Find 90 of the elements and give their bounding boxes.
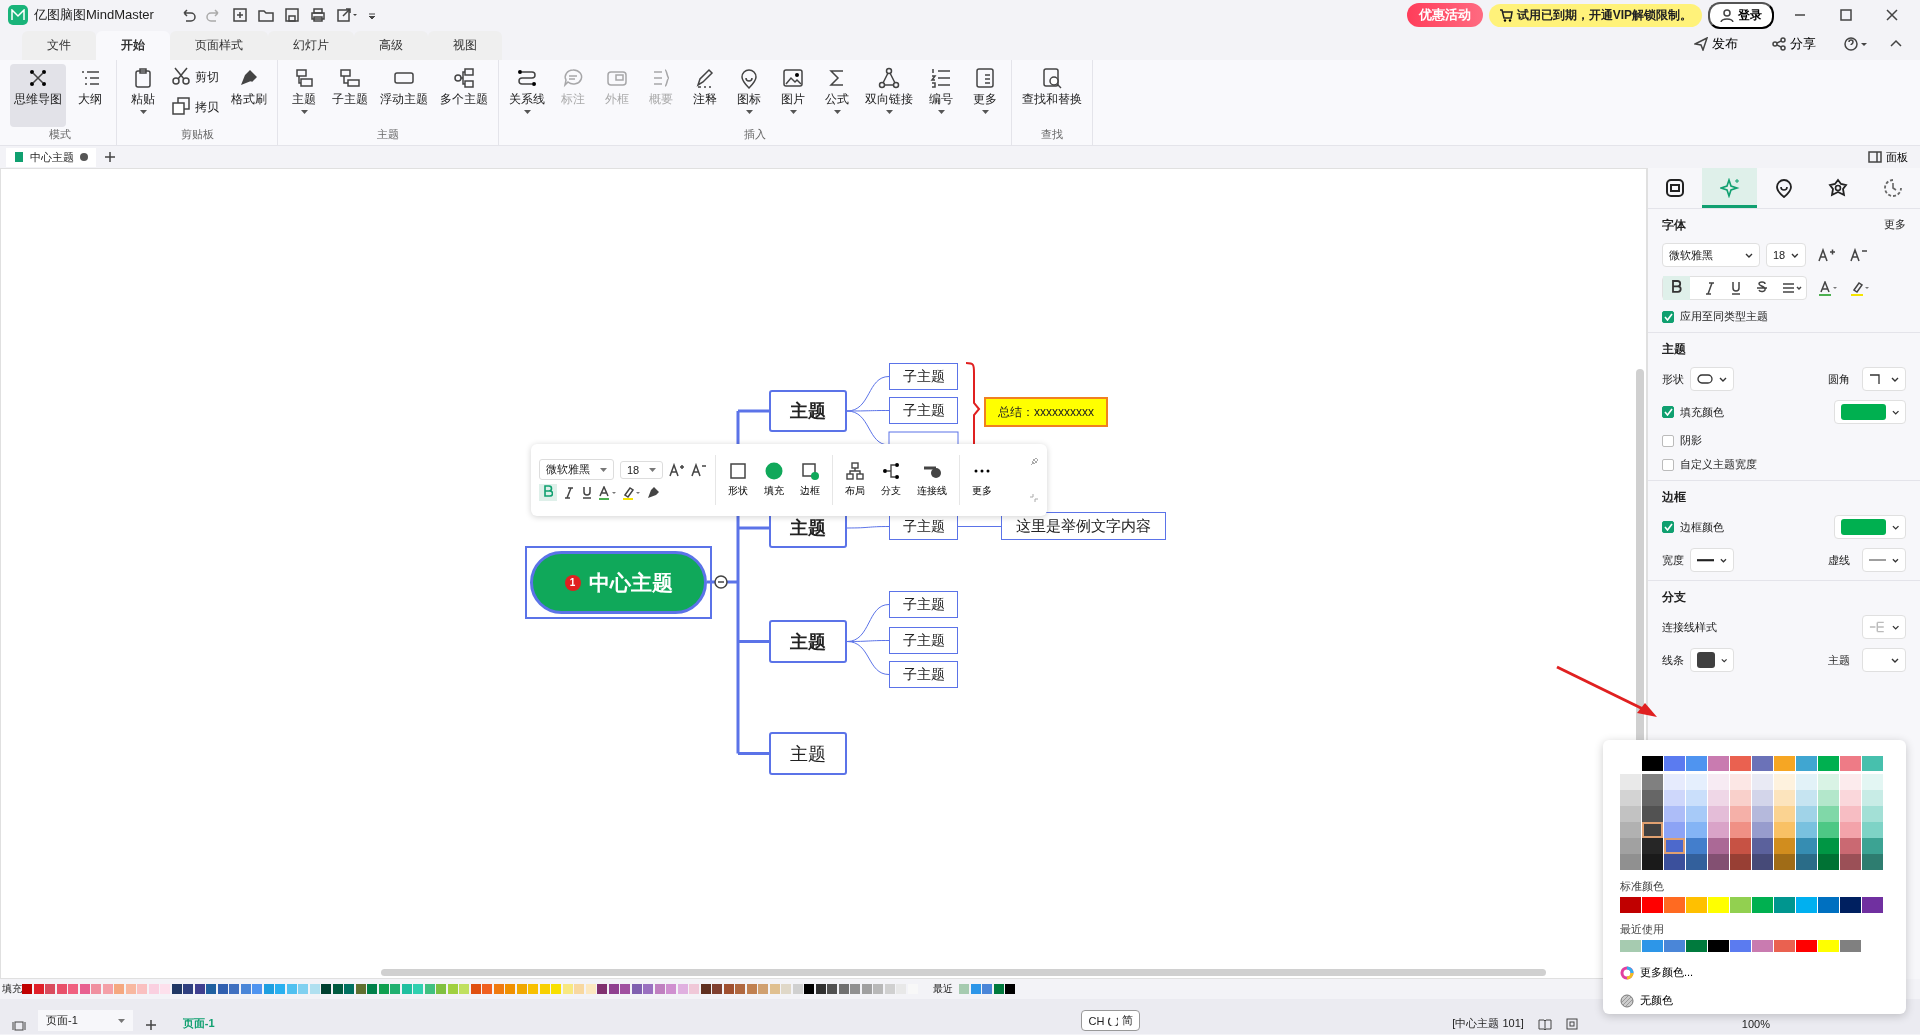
ribbon-button[interactable]: 双向链接 — [861, 64, 917, 127]
ribbon-button[interactable]: 子主题 — [328, 64, 372, 127]
more-link[interactable]: 更多 — [1884, 217, 1906, 234]
group-label: 查找 — [1040, 127, 1064, 142]
ribbon-button[interactable]: 图片 — [773, 64, 813, 127]
ribbon-button[interactable]: 关系线 — [505, 64, 549, 127]
toolbar-button[interactable]: 连接线 — [913, 462, 952, 498]
share-button[interactable]: 分享 — [1766, 34, 1822, 54]
toolbar-button[interactable]: 布局 — [841, 462, 870, 498]
subtopic-node[interactable]: 子主题 — [889, 661, 958, 688]
ribbon-button[interactable]: 拷贝 — [167, 94, 223, 120]
menu-tab[interactable]: 视图 — [428, 31, 502, 60]
central-topic-text: 中心主题 — [588, 569, 673, 596]
toolbar-button[interactable]: 边框 — [796, 462, 825, 498]
ribbon-button[interactable]: 公式 — [817, 64, 857, 127]
font-select[interactable]: 微软雅黑 — [1662, 243, 1760, 267]
section-title: 字体 — [1662, 217, 1686, 234]
checkbox-label: 填充颜色 — [1680, 404, 1724, 420]
size-select[interactable]: 18 — [1766, 243, 1806, 267]
page-select[interactable]: 页面-1 — [38, 1010, 133, 1031]
toolbar-button[interactable]: 分支 — [877, 462, 906, 498]
publish-button[interactable]: 发布 — [1688, 34, 1744, 54]
checkbox-label: 自定义主题宽度 — [1680, 457, 1757, 472]
subtopic-node[interactable]: 子主题 — [889, 627, 958, 654]
input-method-indicator[interactable]: CH 简 — [1081, 1010, 1141, 1031]
group-label: 主题 — [376, 127, 400, 142]
priority-badge: 1 — [564, 574, 581, 591]
section-title: 边框 — [1662, 489, 1686, 506]
ribbon-button[interactable]: 多个主题 — [436, 64, 492, 127]
checkbox-label: 边框颜色 — [1680, 519, 1724, 535]
menu-tab[interactable]: 幻灯片 — [268, 31, 354, 60]
toolbar-button[interactable]: 填充 — [760, 462, 789, 498]
central-topic[interactable]: 1 中心主题 — [530, 551, 707, 614]
section-label: 最近使用 — [1620, 922, 1665, 937]
menu-tab[interactable]: 开始 — [96, 31, 170, 60]
panel-toggle-button[interactable]: 面板 — [1862, 148, 1914, 166]
more-colors-option[interactable]: 更多颜色... — [1620, 965, 1890, 980]
no-color-option[interactable]: 无颜色 — [1620, 993, 1890, 1008]
menu-tab[interactable]: 文件 — [22, 31, 96, 60]
ribbon-button[interactable]: 格式刷 — [227, 64, 271, 127]
selection-info: [中心主题 101] — [1452, 1016, 1524, 1031]
trial-banner[interactable]: 试用已到期，开通VIP解锁限制。 — [1488, 3, 1702, 27]
recent-label: 最近 — [933, 982, 953, 996]
ribbon-button[interactable]: 剪切 — [167, 64, 223, 90]
text-node[interactable]: 这里是举例文字内容 — [1001, 512, 1166, 540]
group-label: 剪贴板 — [179, 127, 215, 142]
trial-text: 试用已到期，开通VIP解锁限制。 — [1516, 6, 1692, 24]
field-label: 连接线样式 — [1662, 619, 1717, 635]
field-label: 圆角 — [1828, 371, 1850, 387]
field-label: 主题 — [1828, 652, 1850, 668]
ribbon-button[interactable]: 图标 — [729, 64, 769, 127]
document-tab[interactable]: 中心主题 — [6, 147, 96, 167]
checkbox-label: 阴影 — [1680, 433, 1702, 448]
field-label: 宽度 — [1662, 552, 1684, 568]
topic-node[interactable]: 主题 — [769, 390, 847, 432]
ribbon-button[interactable]: 浮动主题 — [376, 64, 432, 127]
font-select[interactable]: 微软雅黑 — [539, 459, 614, 480]
toolbar-button[interactable]: 更多 — [968, 462, 997, 498]
field-label: 虚线 — [1828, 552, 1850, 568]
checkbox-label: 应用至同类型主题 — [1680, 309, 1768, 324]
subtopic-node[interactable]: 子主题 — [889, 591, 958, 618]
menu-tab[interactable]: 页面样式 — [170, 31, 268, 60]
zoom-level: 100% — [1741, 1017, 1770, 1030]
subtopic-node[interactable]: 子主题 — [889, 363, 958, 390]
topic-node[interactable]: 主题 — [769, 732, 847, 775]
ribbon-button[interactable]: 思维导图 — [10, 64, 66, 127]
field-label: 线条 — [1662, 652, 1684, 668]
app-title: 亿图脑图MindMaster — [34, 6, 154, 24]
ribbon-button[interactable]: 注释 — [685, 64, 725, 127]
size-select[interactable]: 18 — [620, 460, 664, 479]
ribbon-button[interactable]: 查找和替换 — [1018, 64, 1086, 127]
ribbon-button[interactable]: 编号 — [921, 64, 961, 127]
ribbon-button[interactable]: 粘贴 — [123, 64, 163, 127]
section-title: 主题 — [1662, 341, 1686, 358]
field-label: 形状 — [1662, 371, 1684, 387]
subtopic-node[interactable]: 子主题 — [889, 397, 958, 424]
summary-node[interactable]: 总结：xxxxxxxxxx — [984, 397, 1108, 427]
group-label: 插入 — [743, 127, 767, 142]
fill-label: 填充 — [2, 982, 22, 996]
ribbon-button[interactable]: 主题 — [284, 64, 324, 127]
topic-node[interactable]: 主题 — [769, 620, 847, 663]
section-title: 分支 — [1662, 589, 1686, 606]
menu-tab[interactable]: 高级 — [354, 31, 428, 60]
group-label: 模式 — [48, 127, 72, 142]
toolbar-button[interactable]: 形状 — [724, 462, 753, 498]
ribbon-button[interactable]: 大纲 — [70, 64, 110, 127]
ribbon-button[interactable]: 更多 — [965, 64, 1005, 127]
tab-label: 中心主题 — [30, 149, 74, 165]
login-button[interactable]: 登录 — [1708, 1, 1774, 29]
section-label: 标准颜色 — [1620, 879, 1665, 894]
